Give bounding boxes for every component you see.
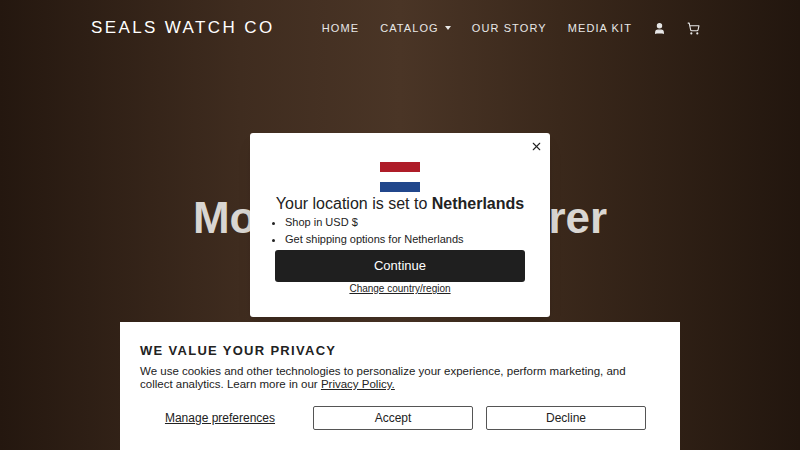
nav-item[interactable]: OUR STORY — [472, 20, 547, 37]
account-button[interactable] — [653, 22, 666, 35]
close-icon — [530, 140, 543, 153]
netherlands-flag-icon — [380, 162, 420, 192]
logo[interactable]: SEALS WATCH CO — [91, 15, 275, 41]
cookie-button[interactable]: Decline — [486, 406, 646, 430]
cookie-text: We use cookies and other technologies to… — [140, 365, 660, 391]
caret-down-icon — [445, 26, 451, 30]
site-header: SEALS WATCH CO HOME CATALOG OUR STORY MEDIA … — [0, 0, 800, 56]
privacy-policy-link[interactable]: Privacy Policy. — [321, 378, 395, 390]
change-country-link[interactable]: Change country/region — [349, 283, 450, 295]
manage-preferences-link[interactable]: Manage preferences — [165, 409, 275, 427]
nav-item[interactable]: MEDIA KIT — [568, 20, 632, 37]
cart-button[interactable] — [687, 22, 700, 35]
page: SEALS WATCH CO HOME CATALOG OUR STORY MEDIA … — [0, 0, 800, 450]
cookie-banner: WE VALUE YOUR PRIVACY We use cookies and … — [120, 322, 680, 450]
main-nav: HOME CATALOG OUR STORY MEDIA KIT — [322, 20, 700, 37]
location-bullets: Shop in USD $Get shipping options for Ne… — [275, 214, 525, 248]
close-button[interactable] — [529, 139, 544, 154]
cart-icon — [687, 22, 700, 35]
nav-item[interactable]: HOME — [322, 20, 359, 37]
location-title: Your location is set to Netherlands — [276, 194, 524, 214]
cookie-title: WE VALUE YOUR PRIVACY — [140, 343, 660, 359]
nav-item[interactable]: CATALOG — [380, 20, 451, 37]
continue-button[interactable]: Continue — [275, 250, 525, 282]
location-modal: Your location is set to NetherlandsShop … — [250, 133, 550, 317]
cookie-actions: Manage preferences Accept Decline — [140, 406, 660, 430]
location-bullet: Shop in USD $ — [285, 214, 525, 231]
location-bullet: Get shipping options for Netherlands — [285, 231, 525, 248]
user-icon — [653, 22, 666, 35]
cookie-button[interactable]: Accept — [313, 406, 473, 430]
